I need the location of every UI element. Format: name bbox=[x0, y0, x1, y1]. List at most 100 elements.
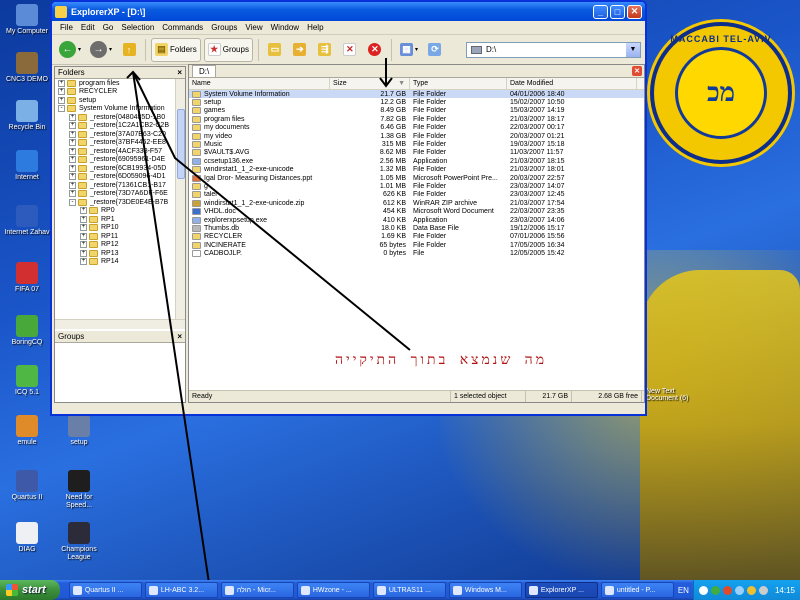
stop-button[interactable]: ✕ bbox=[364, 38, 386, 62]
desktop-shortcut[interactable]: setup bbox=[54, 415, 104, 447]
expand-icon[interactable]: + bbox=[69, 156, 76, 164]
tree-item[interactable]: + _restore{69095961-D4E bbox=[55, 156, 185, 165]
close-folders-pane-icon[interactable]: × bbox=[177, 68, 182, 77]
tree-horizontal-scrollbar[interactable] bbox=[55, 319, 185, 329]
file-row[interactable]: windirstat1_1_2-exe-unicode 1.32 MB File F… bbox=[189, 166, 644, 174]
desktop-shortcut[interactable]: emule bbox=[2, 415, 52, 447]
close-groups-pane-icon[interactable]: × bbox=[177, 332, 182, 341]
tree-item[interactable]: + _restore{73D7A6DF-F6E bbox=[55, 190, 185, 199]
collapse-icon[interactable]: - bbox=[58, 105, 65, 113]
address-bar[interactable]: D:\ ▼ bbox=[466, 41, 641, 58]
tree-item[interactable]: - System Volume Information bbox=[55, 105, 185, 114]
desktop-shortcut[interactable]: Quartus II bbox=[2, 470, 52, 502]
file-row[interactable]: INCINERATE 65 bytes File Folder 17/05/2005 … bbox=[189, 241, 644, 249]
file-row[interactable]: my documents 6.46 GB File Folder 22/03/2007… bbox=[189, 124, 644, 132]
expand-icon[interactable]: + bbox=[80, 207, 87, 215]
tree-scrollbar[interactable] bbox=[175, 79, 185, 319]
menu-window[interactable]: Window bbox=[267, 23, 303, 32]
menu-help[interactable]: Help bbox=[303, 23, 327, 32]
file-row[interactable]: Music 315 MB File Folder 19/03/2007 15:18 bbox=[189, 140, 644, 149]
desktop-shortcut[interactable]: CNC3 DEMO bbox=[2, 52, 52, 84]
tree-item[interactable]: + program files bbox=[55, 79, 185, 88]
expand-icon[interactable]: + bbox=[69, 181, 76, 189]
desktop-shortcut[interactable]: Internet bbox=[2, 150, 52, 182]
expand-icon[interactable]: + bbox=[80, 232, 87, 240]
desktop-shortcut[interactable]: Need for Speed... bbox=[54, 470, 104, 510]
forward-button[interactable]: → ▾ bbox=[87, 38, 115, 62]
back-button[interactable]: ← ▾ bbox=[56, 38, 84, 62]
column-header-size[interactable]: Size ▼ bbox=[330, 78, 410, 89]
forward-dropdown-icon[interactable]: ▾ bbox=[109, 46, 112, 53]
menu-view[interactable]: View bbox=[241, 23, 266, 32]
file-row[interactable]: Igal Dror- Measuring Distances.ppt 1.05 M… bbox=[189, 174, 644, 182]
expand-icon[interactable]: + bbox=[69, 122, 76, 130]
close-tab-icon[interactable]: ✕ bbox=[632, 66, 642, 76]
file-row[interactable]: explorerxpsetup.exe 410 KB Application 23/0… bbox=[189, 216, 644, 224]
expand-icon[interactable]: + bbox=[69, 113, 76, 121]
language-indicator[interactable]: EN bbox=[678, 586, 689, 595]
tree-item[interactable]: + _restore{4ACF338-F57 bbox=[55, 147, 185, 156]
collapse-icon[interactable]: - bbox=[69, 198, 76, 206]
file-row[interactable]: program files 7.82 GB File Folder 21/03/200… bbox=[189, 115, 644, 123]
folder-tree[interactable]: + program files + RECYCLER + setup - System Vol… bbox=[55, 79, 185, 319]
expand-icon[interactable]: + bbox=[80, 215, 87, 223]
column-header-name[interactable]: Name bbox=[189, 78, 330, 89]
desktop-file-label[interactable]: New Text Document (6) bbox=[646, 388, 706, 402]
desktop-shortcut[interactable]: ICQ 5.1 bbox=[2, 365, 52, 397]
tree-item[interactable]: + RECYCLER bbox=[55, 88, 185, 97]
start-button[interactable]: start bbox=[0, 580, 61, 600]
tree-item[interactable]: + RP13 bbox=[55, 249, 185, 258]
file-row[interactable]: RECYCLER 1.69 KB File Folder 07/01/2006 15:… bbox=[189, 233, 644, 241]
refresh-button[interactable]: ⟳ bbox=[424, 38, 446, 62]
file-row[interactable]: VHDL.doc 454 KB Microsoft Word Document 22/… bbox=[189, 207, 644, 216]
tree-item[interactable]: + _restore{6CB19934-05D bbox=[55, 164, 185, 173]
tree-item[interactable]: + setup bbox=[55, 96, 185, 105]
menu-file[interactable]: File bbox=[56, 23, 77, 32]
file-row[interactable]: CADBOJLP. 0 bytes File 12/05/2005 15:42 bbox=[189, 249, 644, 258]
tree-item[interactable]: + _restore{6D059096-4D1 bbox=[55, 173, 185, 182]
taskbar-button[interactable]: untitled - P... bbox=[600, 582, 674, 598]
close-button[interactable]: ✕ bbox=[627, 4, 642, 19]
tree-item[interactable]: - _restore{73DE0E4E-B7B bbox=[55, 198, 185, 207]
expand-icon[interactable]: + bbox=[69, 147, 76, 155]
desktop-shortcut[interactable]: Internet Zahav bbox=[2, 205, 52, 237]
taskbar-button[interactable]: ULTRAS11 ... bbox=[372, 582, 446, 598]
delete-button[interactable]: ✕ bbox=[339, 38, 361, 62]
column-header-type[interactable]: Type bbox=[410, 78, 507, 89]
file-row[interactable]: ccsetup136.exe 2.56 MB Application 21/03/20… bbox=[189, 157, 644, 165]
expand-icon[interactable]: + bbox=[58, 88, 65, 96]
expand-icon[interactable]: + bbox=[69, 139, 76, 147]
taskbar-button[interactable]: הולה - Micr... bbox=[220, 582, 294, 598]
tree-item[interactable]: + RP12 bbox=[55, 241, 185, 250]
menu-edit[interactable]: Edit bbox=[77, 23, 99, 32]
up-folder-button[interactable]: ↑ bbox=[118, 38, 140, 62]
desktop-shortcut[interactable]: BoringCQ bbox=[2, 315, 52, 347]
view-button[interactable]: ▦ ▾ bbox=[397, 38, 421, 62]
view-dropdown-icon[interactable]: ▾ bbox=[415, 46, 418, 53]
address-dropdown-button[interactable]: ▼ bbox=[626, 42, 640, 57]
tab-drive-d[interactable]: D:\ bbox=[192, 65, 217, 77]
file-row[interactable]: windirstat1_1_2-exe-unicode.zip 612 KB Win… bbox=[189, 199, 644, 207]
tree-item[interactable]: + RP11 bbox=[55, 232, 185, 241]
file-row[interactable]: games 8.49 GB File Folder 15/03/2007 14:19 bbox=[189, 107, 644, 115]
expand-icon[interactable]: + bbox=[69, 130, 76, 138]
tree-item[interactable]: + RP14 bbox=[55, 258, 185, 267]
file-row[interactable]: System Volume Information 21.7 GB File Fol… bbox=[189, 90, 644, 99]
file-row[interactable]: g 1.01 MB File Folder 23/03/2007 14:07 bbox=[189, 182, 644, 190]
tray-icon[interactable] bbox=[746, 585, 756, 595]
file-row[interactable]: setup 12.2 GB File Folder 15/02/2007 10:50 bbox=[189, 98, 644, 107]
desktop-shortcut[interactable]: My Computer bbox=[2, 4, 52, 36]
title-bar[interactable]: ExplorerXP - [D:\] _ □ ✕ bbox=[52, 2, 645, 21]
menu-go[interactable]: Go bbox=[99, 23, 118, 32]
tray-icon[interactable] bbox=[734, 585, 744, 595]
menu-selection[interactable]: Selection bbox=[117, 23, 158, 32]
taskbar-button[interactable]: HWzone - ... bbox=[296, 582, 370, 598]
tree-item[interactable]: + RP10 bbox=[55, 224, 185, 233]
menu-groups[interactable]: Groups bbox=[207, 23, 241, 32]
tree-item[interactable]: + RP0 bbox=[55, 207, 185, 216]
tray-icon[interactable] bbox=[758, 585, 768, 595]
folders-button[interactable]: ▤ Folders bbox=[151, 37, 201, 62]
taskbar-button[interactable]: ExplorerXP ... bbox=[524, 582, 598, 598]
expand-icon[interactable]: + bbox=[80, 224, 87, 232]
move-to-button[interactable]: ➔ bbox=[289, 38, 311, 62]
